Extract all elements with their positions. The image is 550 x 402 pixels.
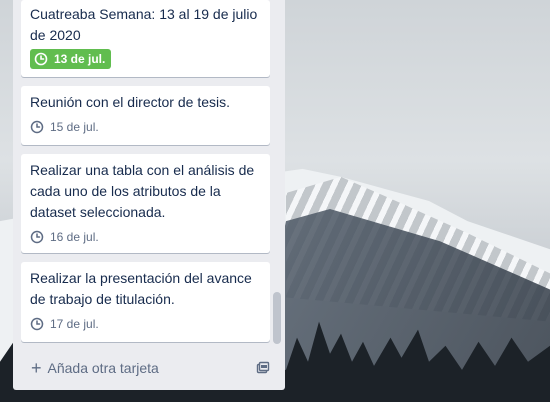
clock-icon — [30, 230, 44, 244]
due-date-badge: 15 de jul. — [30, 117, 99, 137]
card-title: Reunión con el director de tesis. — [30, 94, 230, 110]
due-date-badge[interactable]: 13 de jul. — [30, 49, 112, 69]
card[interactable]: Reunión con el director de tesis. 15 de … — [21, 86, 270, 145]
card[interactable]: Realizar una tabla con el análisis de ca… — [21, 154, 270, 253]
clock-icon — [30, 120, 44, 134]
card[interactable]: Realizar la presentación del avance de t… — [21, 262, 270, 342]
due-date-label: 15 de jul. — [50, 120, 99, 134]
clock-icon — [34, 52, 48, 66]
due-date-label: 13 de jul. — [54, 52, 106, 66]
due-date-label: 17 de jul. — [50, 317, 99, 331]
clock-icon — [30, 317, 44, 331]
card-template-icon[interactable] — [253, 358, 273, 378]
due-date-badge: 17 de jul. — [30, 314, 99, 334]
list-scrollbar[interactable] — [273, 292, 281, 344]
card-title: Realizar la presentación del avance de t… — [30, 270, 252, 307]
card-title: Realizar una tabla con el análisis de ca… — [30, 162, 255, 220]
card-title: Cuatreaba Semana: 13 al 19 de julio de 2… — [30, 6, 258, 43]
plus-icon: + — [31, 358, 42, 378]
list-column: Cuatreaba Semana: 13 al 19 de julio de 2… — [13, 0, 285, 390]
card[interactable]: Cuatreaba Semana: 13 al 19 de julio de 2… — [21, 0, 270, 77]
add-card-label: Añada otra tarjeta — [47, 360, 159, 376]
due-date-badge: 16 de jul. — [30, 227, 99, 247]
add-card-button[interactable]: + Añada otra tarjeta — [21, 354, 270, 382]
due-date-label: 16 de jul. — [50, 230, 99, 244]
